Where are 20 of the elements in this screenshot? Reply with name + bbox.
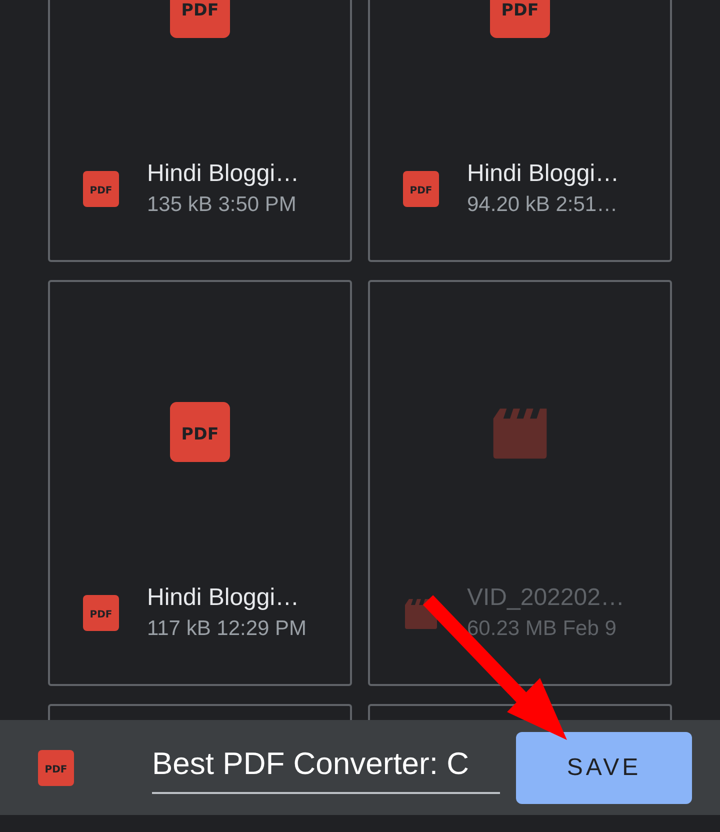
pdf-file-icon: PDF [170,402,230,462]
file-card[interactable]: PDF PDF Hindi Bloggi… 94.20 kB 2:51… [368,0,672,262]
file-card[interactable]: PDF PDF Hindi Bloggi… 135 kB 3:50 PM [48,0,352,262]
file-details: 94.20 kB 2:51… [467,192,619,218]
file-details: 135 kB 3:50 PM [147,192,298,218]
pdf-file-icon: PDF [490,0,550,38]
filename-field[interactable]: Best PDF Converter: C [152,741,500,794]
file-card[interactable]: PDF PDF Hindi Bloggi… 117 kB 12:29 PM [48,280,352,686]
pdf-file-icon: PDF [83,595,119,632]
pdf-file-icon: PDF [170,0,230,38]
file-name: Hindi Bloggi… [467,159,620,189]
pdf-file-icon: PDF [403,171,439,208]
pdf-file-icon: PDF [83,171,119,208]
file-name: VID_202202… [467,583,624,613]
file-name: Hindi Bloggi… [147,159,300,189]
pdf-file-icon: PDF [38,750,74,786]
file-name: Hindi Bloggi… [147,583,300,613]
file-details: 60.23 MB Feb 9 [467,616,618,642]
save-button[interactable]: SAVE [516,732,692,804]
file-details: 117 kB 12:29 PM [147,616,307,642]
